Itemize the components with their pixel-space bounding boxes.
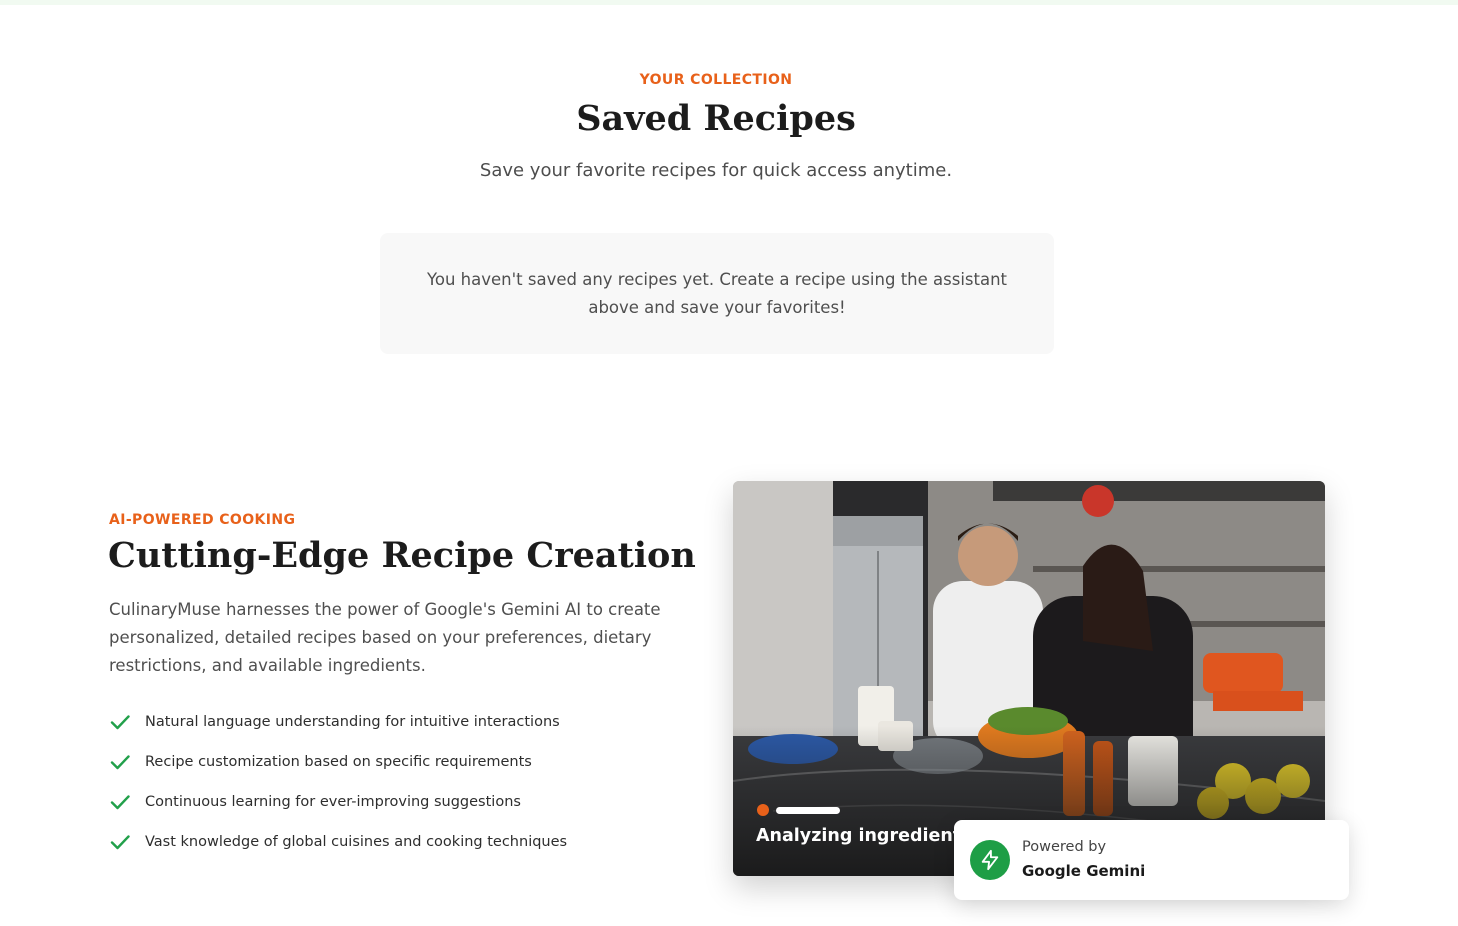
badge-text: Powered by Google Gemini <box>1022 836 1145 884</box>
feature-label: Continuous learning for ever-improving s… <box>145 794 521 810</box>
empty-state-message: You haven't saved any recipes yet. Creat… <box>426 269 1008 317</box>
check-icon <box>109 711 131 733</box>
check-icon <box>109 751 131 773</box>
lightning-icon <box>970 840 1010 880</box>
badge-line2: Google Gemini <box>1022 862 1146 880</box>
feature-label: Recipe customization based on specific r… <box>145 754 532 770</box>
feature-list: Natural language understanding for intui… <box>109 702 567 862</box>
check-icon <box>109 831 131 853</box>
saved-subtitle: Save your favorite recipes for quick acc… <box>479 160 953 181</box>
feature-item: Natural language understanding for intui… <box>109 702 567 742</box>
ai-description: CulinaryMuse harnesses the power of Goog… <box>109 600 661 675</box>
feature-label: Natural language understanding for intui… <box>145 714 560 730</box>
progress-bar <box>776 806 840 814</box>
feature-label: Vast knowledge of global cuisines and co… <box>145 834 568 850</box>
feature-item: Recipe customization based on specific r… <box>109 742 567 782</box>
analysis-progress <box>757 804 840 816</box>
ai-eyebrow: AI-POWERED COOKING <box>109 512 296 528</box>
saved-title: Saved Recipes <box>576 98 856 139</box>
top-divider <box>0 0 1458 5</box>
feature-item: Vast knowledge of global cuisines and co… <box>109 822 567 862</box>
empty-state-box: You haven't saved any recipes yet. Creat… <box>380 233 1054 354</box>
ai-title: Cutting-Edge Recipe Creation <box>108 535 696 576</box>
progress-dot <box>757 804 769 816</box>
badge-line1: Powered by <box>1022 839 1107 855</box>
kitchen-image-card: Analyzing ingredients... <box>733 481 1325 876</box>
powered-by-badge: Powered by Google Gemini <box>954 820 1349 900</box>
check-icon <box>109 791 131 813</box>
feature-item: Continuous learning for ever-improving s… <box>109 782 567 822</box>
saved-eyebrow: YOUR COLLECTION <box>639 72 793 88</box>
